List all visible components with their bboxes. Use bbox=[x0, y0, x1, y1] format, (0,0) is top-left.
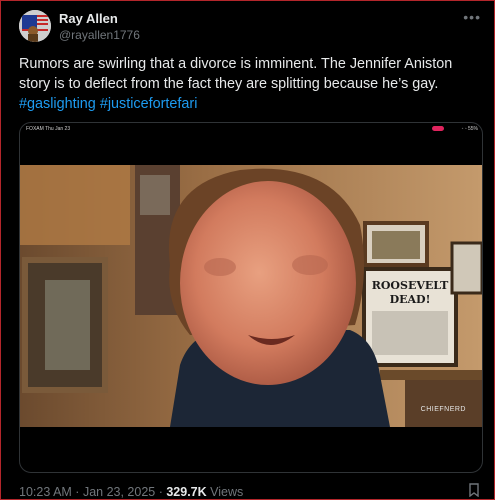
author-name[interactable]: Ray Allen bbox=[59, 11, 118, 26]
video-watermark: CHIEFNERD bbox=[420, 406, 466, 413]
bookmark-icon[interactable] bbox=[467, 483, 481, 497]
recording-indicator bbox=[432, 126, 444, 131]
tweet-text: Rumors are swirling that a divorce is im… bbox=[19, 54, 479, 114]
avatar-flag-icon bbox=[19, 10, 51, 42]
views-count: 329.7K bbox=[166, 485, 207, 499]
tweet-time[interactable]: 10:23 AM bbox=[19, 485, 72, 499]
views-label: Views bbox=[210, 485, 244, 499]
video-player[interactable]: FOXAM Thu Jan 23 ◦ ◦ 55% ROOSEVELT DEAD!… bbox=[19, 122, 483, 473]
tweet-date[interactable]: Jan 23, 2025 bbox=[83, 485, 155, 499]
more-options-icon[interactable]: ••• bbox=[463, 9, 481, 25]
tweet-meta: 10:23 AM · Jan 23, 2025 · 329.7K Views bbox=[19, 485, 244, 499]
status-text: FOXAM Thu Jan 23 bbox=[26, 126, 71, 132]
author-handle[interactable]: @rayallen1776 bbox=[59, 28, 140, 42]
avatar[interactable] bbox=[19, 10, 51, 42]
status-icons: ◦ ◦ 55% bbox=[461, 126, 478, 132]
video-frame: ROOSEVELT DEAD! bbox=[20, 165, 482, 427]
sign-line-2: DEAD! bbox=[390, 293, 431, 306]
video-status-bar: FOXAM Thu Jan 23 ◦ ◦ 55% bbox=[20, 123, 482, 137]
tweet-body: Rumors are swirling that a divorce is im… bbox=[19, 56, 453, 92]
hashtag-justicefortefari[interactable]: #justicefortefari bbox=[100, 96, 198, 112]
sign-line-1: ROOSEVELT bbox=[372, 279, 449, 292]
hashtag-gaslighting[interactable]: #gaslighting bbox=[19, 96, 96, 112]
